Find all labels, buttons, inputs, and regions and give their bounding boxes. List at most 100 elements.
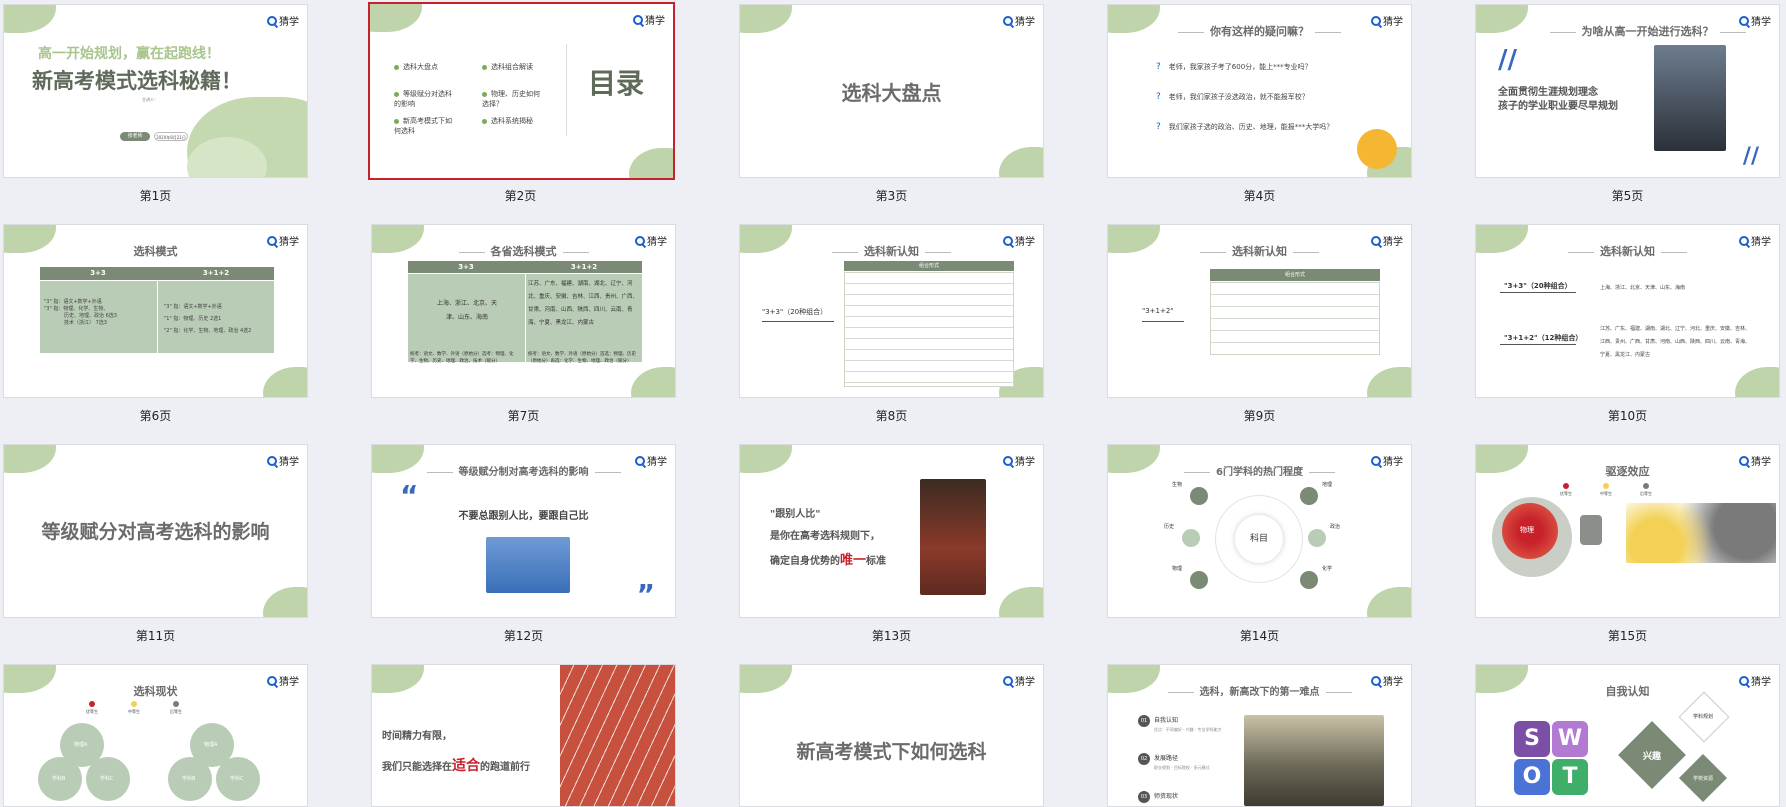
slide-thumb-7[interactable]: 猜学 各省选科模式 3+3 3+1+2 上海、浙江、北京、天津、山东、海南 江苏… <box>371 224 676 424</box>
slide-thumb-19[interactable]: 猜学 选科，新高改下的第一难点 01 自我认知 优点 · 不同偏好 · 兴趣 ·… <box>1107 664 1412 807</box>
slide-18-canvas[interactable]: 猜学 新高考模式下如何选科 <box>739 664 1044 807</box>
logo-icon <box>633 14 643 25</box>
legend-mid: 中等生 <box>128 701 140 715</box>
slide-14-caption: 第14页 <box>1239 629 1280 643</box>
slide-19-canvas[interactable]: 猜学 选科，新高改下的第一难点 01 自我认知 优点 · 不同偏好 · 兴趣 ·… <box>1107 664 1412 807</box>
decor-blob <box>740 5 792 33</box>
slide-11-title: 等级赋分对高考选科的影响 <box>41 521 270 543</box>
slide-thumb-8[interactable]: 猜学 选科新认知 "3+3"（20种组合） 组合形式 第8页 <box>739 224 1044 424</box>
slide-thumb-5[interactable]: 猜学 为啥从高一开始进行选科？ // 全面贯彻生涯规划理念 孩子的学业职业要尽早… <box>1475 4 1780 204</box>
slide-3-title: 选科大盘点 <box>841 81 942 105</box>
subject-icon <box>1190 571 1208 589</box>
legend-dot <box>1563 483 1569 489</box>
slide-thumb-13[interactable]: 猜学 "跟别人比" 是你在高考选科规则下， 确定自身优势的唯一标准 第13页 <box>739 444 1044 644</box>
legend-dot <box>1643 483 1649 489</box>
logo-icon <box>267 15 277 26</box>
slide-17-canvas[interactable]: 时间精力有限， 我们只能选择在适合的跑道前行 <box>371 664 676 807</box>
step-title-2: 发展路径 <box>1154 755 1179 762</box>
slide-thumb-10[interactable]: 猜学 选科新认知 "3+3"（20种组合） 上海、浙江、北京、天津、山东、海南 … <box>1475 224 1780 424</box>
slide-16-canvas[interactable]: 猜学 选科现状 优等生 中等生 后等生 物理A 学科B 学科C 物理A 学科B … <box>3 664 308 807</box>
slide-5-canvas[interactable]: 猜学 为啥从高一开始进行选科？ // 全面贯彻生涯规划理念 孩子的学业职业要尽早… <box>1475 4 1780 178</box>
group-label: 物理A <box>74 742 88 748</box>
decor-blob <box>740 445 792 473</box>
question-1: ? 老师，我家孩子考了600分，能上***专业吗？ <box>1156 62 1312 72</box>
logo: 猜学 <box>1003 453 1035 468</box>
student-scatter <box>1626 503 1776 563</box>
slide-20-canvas[interactable]: 猜学 自我认知 S W O T 兴趣 学科规划 学校资源 <box>1475 664 1780 807</box>
subject-label-4: 政治 <box>1330 524 1341 530</box>
megaphone-person-icon <box>1580 515 1602 545</box>
slide-thumb-3[interactable]: 猜学 选科大盘点 第3页 <box>739 4 1044 204</box>
slide-11-canvas[interactable]: 猜学 等级赋分对高考选科的影响 <box>3 444 308 618</box>
slide-17-line1: 时间精力有限， <box>382 731 452 742</box>
toc-item-4: 物理、历史如何选择？ <box>482 90 540 108</box>
slide-thumb-12[interactable]: 猜学 等级赋分制对高考选科的影响 “ 不要总跟别人比，要跟自己比 ” 第12页 <box>371 444 676 644</box>
slide-1-canvas[interactable]: 猜学 高一开始规划，赢在起跑线！ 新高考模式选科秘籍！ 主讲人： 张老师 202… <box>3 4 308 178</box>
slide-thumb-11[interactable]: 猜学 等级赋分对高考选科的影响 第11页 <box>3 444 308 644</box>
subject-label-1: 生物 <box>1172 482 1183 488</box>
divider <box>566 44 567 136</box>
question-icon: ? <box>1156 92 1161 102</box>
decor-blob <box>999 147 1043 177</box>
running-track-photo <box>920 479 986 595</box>
legend-low: 后等生 <box>170 701 182 715</box>
slide-4-canvas[interactable]: 猜学 你有这样的疑问嘛？ ? 老师，我家孩子考了600分，能上***专业吗？ ? 老… <box>1107 4 1412 178</box>
slide-thumb-17[interactable]: 时间精力有限， 我们只能选择在适合的跑道前行 <box>371 664 676 807</box>
quote-close-icon: ” <box>636 578 655 611</box>
logo: 猜学 <box>267 453 299 468</box>
slide-3-canvas[interactable]: 猜学 选科大盘点 <box>739 4 1044 178</box>
slide-thumb-6[interactable]: 猜学 选科模式 3+3 3+1+2 "3" 指：语文+数学+外语 "3" 指：物… <box>3 224 308 424</box>
slide-thumb-2[interactable]: 猜学 选科大盘点 选科组合解读 等级赋分对选科的影响 物理、历史如何选择？ 新高… <box>368 2 675 204</box>
question-icon: ? <box>1156 62 1161 72</box>
slide-9-label: "3+1+2" <box>1142 307 1174 315</box>
slide-9-title: 选科新认知 <box>1108 243 1411 259</box>
step-number: 01 <box>1138 715 1150 727</box>
slide-thumb-20[interactable]: 猜学 自我认知 S W O T 兴趣 学科规划 学校资源 <box>1475 664 1780 807</box>
divider <box>157 281 158 353</box>
slide-thumbnail-grid: 猜学 高一开始规划，赢在起跑线！ 新高考模式选科秘籍！ 主讲人： 张老师 202… <box>0 0 1786 807</box>
thinking-emoji-icon <box>1357 129 1397 169</box>
running-track-photo <box>560 665 675 806</box>
quote-close-icon: // <box>1742 144 1759 169</box>
decor-blob <box>1735 367 1779 397</box>
slide-4-caption: 第4页 <box>1243 189 1276 203</box>
subject-icon <box>1308 529 1326 547</box>
slide-4-title: 你有这样的疑问嘛？ <box>1108 23 1411 39</box>
slide-16-title: 选科现状 <box>133 685 178 698</box>
slide-thumb-14[interactable]: 猜学 6门学科的热门程度 科目 生物 地理 历史 政治 物理 化学 第14页 <box>1107 444 1412 644</box>
slide-9-canvas[interactable]: 猜学 选科新认知 "3+1+2" 组合形式 <box>1107 224 1412 398</box>
slide-15-canvas[interactable]: 猜学 驱逐效应 优等生 中等生 后等生 物理 <box>1475 444 1780 618</box>
slide-5-caption: 第5页 <box>1611 189 1644 203</box>
slide-8-label: "3+3"（20种组合） <box>762 308 828 316</box>
slide-12-canvas[interactable]: 猜学 等级赋分制对高考选科的影响 “ 不要总跟别人比，要跟自己比 ” <box>371 444 676 618</box>
slide-8-canvas[interactable]: 猜学 选科新认知 "3+3"（20种组合） 组合形式 <box>739 224 1044 398</box>
slide-19-title: 选科，新高改下的第一难点 <box>1108 683 1411 698</box>
subject-label-6: 化学 <box>1322 566 1333 572</box>
slide-13-line3: 确定自身优势的唯一标准 <box>770 553 887 568</box>
diamond-a-label: 学科规划 <box>1692 714 1713 720</box>
slide-6-canvas[interactable]: 猜学 选科模式 3+3 3+1+2 "3" 指：语文+数学+外语 "3" 指：物… <box>3 224 308 398</box>
slide-thumb-15[interactable]: 猜学 驱逐效应 优等生 中等生 后等生 物理 第15页 <box>1475 444 1780 644</box>
slide-7-canvas[interactable]: 猜学 各省选科模式 3+3 3+1+2 上海、浙江、北京、天津、山东、海南 江苏… <box>371 224 676 398</box>
question-3: ? 我们家孩子选的政治、历史、地理，能报***大学吗？ <box>1156 122 1334 132</box>
slide-14-canvas[interactable]: 猜学 6门学科的热门程度 科目 生物 地理 历史 政治 物理 化学 <box>1107 444 1412 618</box>
decor-blob <box>370 4 422 32</box>
slide-2-canvas[interactable]: 猜学 选科大盘点 选科组合解读 等级赋分对选科的影响 物理、历史如何选择？ 新高… <box>368 2 675 180</box>
logo-icon <box>1003 455 1013 466</box>
slide-thumb-9[interactable]: 猜学 选科新认知 "3+1+2" 组合形式 第9页 <box>1107 224 1412 424</box>
slide-thumb-1[interactable]: 猜学 高一开始规划，赢在起跑线！ 新高考模式选科秘籍！ 主讲人： 张老师 202… <box>3 4 308 204</box>
slide-13-canvas[interactable]: 猜学 "跟别人比" 是你在高考选科规则下， 确定自身优势的唯一标准 <box>739 444 1044 618</box>
slide-thumb-16[interactable]: 猜学 选科现状 优等生 中等生 后等生 物理A 学科B 学科C 物理A 学科B … <box>3 664 308 807</box>
legend-dot <box>131 701 137 707</box>
subject-icon <box>1300 571 1318 589</box>
swot-t: T <box>1552 759 1588 795</box>
slide-8-title: 选科新认知 <box>740 243 1043 259</box>
graduation-photo <box>1654 45 1726 151</box>
province-col2: 3+1+2 <box>570 263 598 271</box>
slide-thumb-4[interactable]: 猜学 你有这样的疑问嘛？ ? 老师，我家孩子考了600分，能上***专业吗？ ? 老… <box>1107 4 1412 204</box>
logo-icon <box>267 455 277 466</box>
slide-18-title: 新高考模式下如何选科 <box>796 741 987 763</box>
slide-10-text1: 上海、浙江、北京、天津、山东、海南 <box>1600 285 1686 291</box>
slide-thumb-18[interactable]: 猜学 新高考模式下如何选科 <box>739 664 1044 807</box>
slide-10-canvas[interactable]: 猜学 选科新认知 "3+3"（20种组合） 上海、浙江、北京、天津、山东、海南 … <box>1475 224 1780 398</box>
